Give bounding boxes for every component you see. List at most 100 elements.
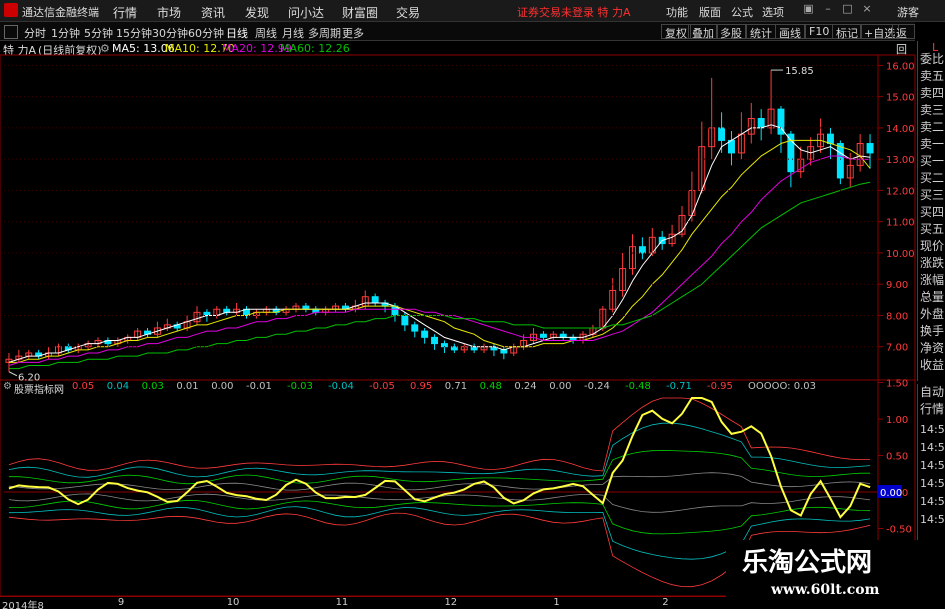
tab-more[interactable]: 更多	[342, 25, 364, 41]
tick-time: 14:56	[920, 459, 945, 472]
draw-line-button[interactable]: 画线	[775, 24, 805, 40]
candle-body	[450, 346, 458, 351]
maximize-icon[interactable]: □	[841, 2, 854, 18]
candle	[351, 299, 359, 313]
skin-icon[interactable]: ▣	[802, 2, 815, 18]
quote-panel-label[interactable]: 收益	[920, 357, 944, 373]
tab-multi-period[interactable]: 多周期	[308, 25, 341, 41]
menu-function[interactable]: 功能	[666, 4, 688, 20]
indicator-band-line	[8, 493, 871, 513]
tab-60min[interactable]: 60分钟	[188, 25, 224, 41]
indicator-settings-icon[interactable]: ⚙	[3, 381, 12, 392]
candle-body	[15, 355, 23, 360]
menu-discover[interactable]: 发现	[245, 4, 269, 21]
quote-panel-label[interactable]: 涨幅	[920, 272, 944, 288]
candle	[846, 152, 854, 188]
quote-panel-label[interactable]: 委比	[920, 51, 944, 67]
candle	[84, 340, 92, 350]
menu-trade[interactable]: 交易	[396, 4, 420, 21]
tick-panel-label[interactable]: 行情	[920, 401, 944, 417]
quote-panel-label[interactable]: 卖五	[920, 68, 944, 84]
indicator-tick-label: -0.50	[886, 525, 912, 536]
candle-body	[193, 311, 201, 323]
period-toolbar: 分时 1分钟 5分钟 15分钟 30分钟 60分钟 日线 周线 月线 多周期 更…	[0, 22, 915, 56]
quote-panel-label[interactable]: 买一	[920, 153, 944, 169]
candle-body	[728, 139, 735, 154]
quote-panel-label[interactable]: 净资	[920, 340, 944, 356]
candle	[866, 134, 874, 169]
quote-panel-label[interactable]: 买四	[920, 204, 944, 220]
quote-panel-label[interactable]: 换手	[920, 323, 944, 339]
tab-daily[interactable]: 日线	[226, 25, 248, 41]
tick-time: 14:56	[920, 495, 945, 508]
menu-layout[interactable]: 版面	[699, 4, 721, 20]
candle	[124, 334, 132, 344]
tab-30min[interactable]: 30分钟	[152, 25, 188, 41]
candle-body	[45, 352, 53, 357]
app-logo-icon	[4, 3, 18, 17]
tab-1min[interactable]: 1分钟	[51, 25, 80, 41]
candle-body	[688, 189, 696, 216]
indicator-value: -0.01	[246, 381, 272, 392]
tab-weekly[interactable]: 周线	[255, 25, 277, 41]
quote-panel-label[interactable]: 卖一	[920, 136, 944, 152]
toolbar-toggle-icon[interactable]	[4, 25, 18, 39]
statistics-button[interactable]: 统计	[746, 24, 776, 40]
menu-wealth[interactable]: 财富圈	[342, 4, 378, 21]
tab-5min[interactable]: 5分钟	[84, 25, 113, 41]
quote-panel-label[interactable]: 买三	[920, 187, 944, 203]
multi-stock-button[interactable]: 多股	[716, 24, 746, 40]
close-icon[interactable]: ×	[861, 2, 874, 18]
quote-panel-label[interactable]: 卖四	[920, 85, 944, 101]
menu-options[interactable]: 选项	[762, 4, 784, 20]
menu-exchange[interactable]: 市场	[157, 4, 181, 21]
candle-body	[104, 339, 112, 345]
settings-gear-icon[interactable]: ⚙	[100, 42, 110, 55]
candle	[332, 302, 340, 313]
candle-body	[569, 336, 577, 341]
guest-label[interactable]: 游客	[897, 4, 919, 20]
quote-panel-label[interactable]: 外盘	[920, 306, 944, 322]
candle-body	[549, 333, 557, 338]
watermark-title: 乐淘公式网	[742, 548, 873, 578]
menu-market[interactable]: 行情	[113, 4, 137, 21]
quote-panel-label[interactable]: 卖三	[920, 102, 944, 118]
watermark: 乐淘公式网 www.60lt.com	[726, 540, 945, 609]
candle-body	[342, 305, 349, 310]
ma60-value: MA60: 12.26	[280, 42, 350, 55]
candle-body	[777, 108, 785, 135]
adjust-button[interactable]: 复权	[661, 24, 691, 40]
quote-panel-label[interactable]: 涨跌	[920, 255, 944, 271]
tick-time: 14:56	[920, 513, 945, 526]
back-button[interactable]: 返回	[892, 24, 915, 56]
tab-15min[interactable]: 15分钟	[116, 25, 152, 41]
tab-intraday[interactable]: 分时	[24, 25, 46, 41]
quote-panel-label[interactable]: 总量	[920, 289, 944, 305]
candle	[817, 118, 825, 153]
quote-panel-label[interactable]: 卖二	[920, 119, 944, 135]
quote-panel-label[interactable]: 买二	[920, 170, 944, 186]
candlestick-chart[interactable]: 16.0015.0014.0013.0012.0011.0010.009.008…	[0, 0, 945, 609]
stock-name: 特 力A	[3, 44, 37, 57]
overlay-button[interactable]: 叠加	[688, 24, 718, 40]
menu-news[interactable]: 资讯	[201, 4, 225, 21]
candle-body	[520, 339, 528, 348]
f10-button[interactable]: F10	[805, 24, 834, 39]
menu-ask[interactable]: 问小达	[288, 4, 324, 21]
tab-monthly[interactable]: 月线	[282, 25, 304, 41]
candle	[381, 299, 389, 313]
price-tick-label: 11.00	[886, 218, 915, 229]
quote-panel-label[interactable]: 现价	[920, 238, 944, 254]
menu-formula[interactable]: 公式	[731, 4, 753, 20]
candle-body	[233, 308, 241, 313]
candle	[54, 343, 62, 357]
candle-body	[480, 346, 488, 351]
tick-panel-label[interactable]: 自动	[920, 384, 944, 400]
candle	[826, 127, 834, 160]
minimize-icon[interactable]: –	[822, 2, 835, 18]
quote-panel-label[interactable]: 买五	[920, 221, 944, 237]
mark-button[interactable]: 标记	[832, 24, 862, 40]
candle-body	[381, 302, 389, 307]
candle	[431, 334, 439, 350]
candle	[510, 343, 518, 357]
